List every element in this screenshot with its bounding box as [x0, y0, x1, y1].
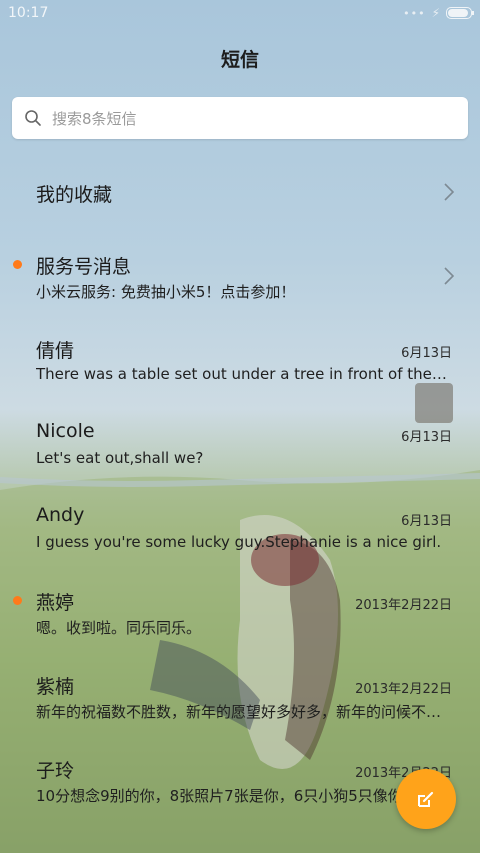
- search-icon: [25, 110, 41, 126]
- conversation-item[interactable]: 紫楠新年的祝福数不胜数，新年的愿望好多好多，新年的问候不能少 2013年2月22日: [0, 654, 480, 738]
- conversation-name: 紫楠: [36, 676, 75, 698]
- conversation-preview: 嗯。收到啦。同乐同乐。: [36, 619, 202, 637]
- search-bar[interactable]: 搜索8条短信: [12, 97, 468, 139]
- chevron-right-icon: [444, 267, 454, 285]
- status-bar: 10:17 ••• ⚡: [0, 0, 480, 28]
- conversation-item[interactable]: 燕婷嗯。收到啦。同乐同乐。 2013年2月22日: [0, 570, 480, 654]
- conversation-item[interactable]: Andy I guess you're some lucky guy.Stepha…: [0, 486, 480, 570]
- conversation-preview: 新年的祝福数不胜数，新年的愿望好多好多，新年的问候不能少: [36, 703, 448, 721]
- status-icons: ••• ⚡: [403, 6, 474, 20]
- signal-dots-icon: •••: [403, 6, 426, 20]
- conversation-preview: There was a table set out under a tree i…: [36, 365, 448, 383]
- search-placeholder: 搜索8条短信: [52, 109, 137, 128]
- conversation-date: 2013年2月22日: [355, 682, 452, 697]
- conversation-name: 服务号消息: [36, 256, 132, 278]
- compose-button[interactable]: [396, 769, 456, 829]
- chevron-right-icon: [444, 183, 454, 201]
- conversation-preview: Let's eat out,shall we?: [36, 449, 204, 467]
- conversation-item[interactable]: Nicole Let's eat out,shall we? 6月13日: [0, 402, 480, 486]
- battery-icon: [446, 7, 474, 19]
- conversation-preview: 10分想念9别的你，8张照片7张是你，6只小狗5只像你: [36, 787, 403, 805]
- conversation-preview: I guess you're some lucky guy.Stephanie …: [36, 533, 442, 551]
- unread-dot: [13, 260, 22, 269]
- conversation-item[interactable]: 服务号消息小米云服务: 免费抽小米5！点击参加！: [0, 234, 480, 318]
- conversation-name: Andy: [36, 504, 85, 526]
- conversation-name: 燕婷: [36, 592, 75, 614]
- status-time: 10:17: [8, 5, 49, 21]
- favorites-item[interactable]: 我的收藏: [0, 150, 480, 234]
- conversation-name: Nicole: [36, 420, 95, 442]
- favorites-label: 我的收藏: [36, 184, 113, 206]
- compose-pencil-icon: [418, 791, 434, 807]
- conversation-date: 6月13日: [401, 346, 452, 361]
- conversation-date: 6月13日: [401, 430, 452, 445]
- conversation-name: 子玲: [36, 760, 75, 782]
- conversation-name: 倩倩: [36, 340, 75, 362]
- unread-dot: [13, 596, 22, 605]
- conversation-preview: 小米云服务: 免费抽小米5！点击参加！: [36, 283, 296, 301]
- page-title: 短信: [220, 49, 259, 71]
- battery-level-fill: [448, 9, 468, 17]
- charging-bolt-icon: ⚡: [431, 6, 440, 20]
- conversation-item[interactable]: 倩倩 There was a table set out under a tree…: [0, 318, 480, 402]
- conversation-date: 2013年2月22日: [355, 598, 452, 613]
- conversation-date: 6月13日: [401, 514, 452, 529]
